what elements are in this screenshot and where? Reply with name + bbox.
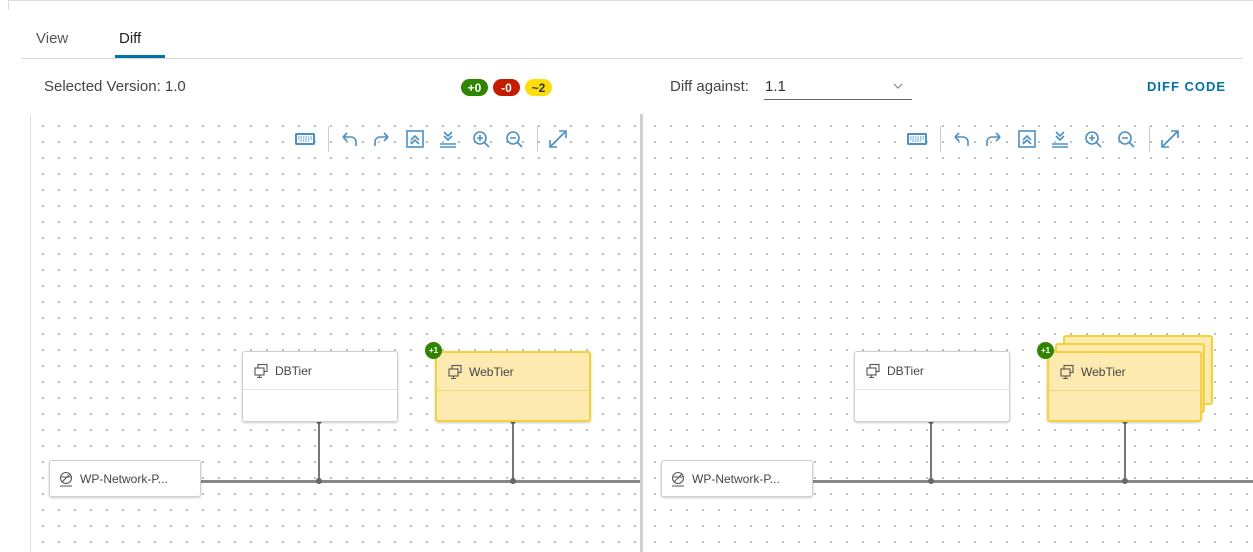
network-node[interactable]: WP-Network-P... <box>661 460 813 497</box>
network-icon <box>671 471 685 487</box>
count-badge: +1 <box>1037 342 1054 359</box>
changed-count-badge: ~2 <box>525 79 552 96</box>
panel-border <box>8 0 1253 10</box>
diff-against-select[interactable]: 1.1 <box>764 74 912 100</box>
node-label: WebTier <box>1081 364 1126 379</box>
canvas-right[interactable]: DBTier WebTier +1 WP-Network-P... <box>642 114 1253 552</box>
network-node[interactable]: WP-Network-P... <box>49 460 201 497</box>
canvas-toolbar <box>903 124 1189 154</box>
node-dbtier[interactable]: DBTier <box>854 351 1010 422</box>
keyboard-icon[interactable] <box>291 125 319 153</box>
tab-bar: View Diff <box>22 22 1242 59</box>
expand-icon[interactable] <box>544 125 572 153</box>
network-label: WP-Network-P... <box>692 471 780 486</box>
diff-against-value: 1.1 <box>765 78 786 95</box>
connector-line <box>930 421 932 482</box>
selected-version-label: Selected Version: 1.0 <box>44 78 186 95</box>
tab-diff-indicator <box>115 55 165 58</box>
chevron-down-icon <box>893 83 903 89</box>
fit-bottom-icon[interactable] <box>1046 125 1074 153</box>
toolbar-divider <box>328 126 329 152</box>
tier-icon <box>866 363 880 378</box>
node-webtier[interactable]: WebTier <box>1047 351 1202 422</box>
toolbar-divider <box>940 126 941 152</box>
diff-code-button[interactable]: DIFF CODE <box>1147 79 1226 94</box>
redo-icon[interactable] <box>368 125 396 153</box>
undo-icon[interactable] <box>947 125 975 153</box>
connector-line <box>1124 421 1126 482</box>
connector-dot <box>510 478 516 484</box>
diff-summary-badges: +0 -0 ~2 <box>461 79 552 96</box>
diff-against-label: Diff against: <box>670 78 749 95</box>
tier-icon <box>1060 364 1074 379</box>
network-label: WP-Network-P... <box>80 471 168 486</box>
removed-count-badge: -0 <box>493 79 520 96</box>
keyboard-icon[interactable] <box>903 125 931 153</box>
node-label: DBTier <box>887 363 924 378</box>
zoom-in-icon[interactable] <box>1079 125 1107 153</box>
network-line <box>131 480 640 483</box>
connector-line <box>512 421 514 482</box>
toolbar-divider <box>1149 126 1150 152</box>
node-label: WebTier <box>469 364 514 379</box>
tab-diff[interactable]: Diff <box>119 30 141 47</box>
tier-icon <box>448 364 462 379</box>
node-label: DBTier <box>275 363 312 378</box>
node-webtier[interactable]: WebTier <box>435 351 591 422</box>
toolbar-divider <box>537 126 538 152</box>
zoom-in-icon[interactable] <box>467 125 495 153</box>
connector-dot <box>1122 478 1128 484</box>
count-badge: +1 <box>425 342 442 359</box>
network-icon <box>59 471 73 487</box>
fit-top-icon[interactable] <box>401 125 429 153</box>
tab-view[interactable]: View <box>36 30 68 47</box>
node-dbtier[interactable]: DBTier <box>242 351 398 422</box>
canvas-left[interactable]: DBTier WebTier +1 WP-Network-P... <box>30 114 640 552</box>
expand-icon[interactable] <box>1156 125 1184 153</box>
connector-dot <box>928 478 934 484</box>
fit-top-icon[interactable] <box>1013 125 1041 153</box>
connector-line <box>318 421 320 482</box>
canvas-toolbar <box>291 124 577 154</box>
tier-icon <box>254 363 268 378</box>
zoom-out-icon[interactable] <box>1112 125 1140 153</box>
diff-view: View Diff Selected Version: 1.0 +0 -0 ~2… <box>0 0 1253 552</box>
zoom-out-icon[interactable] <box>500 125 528 153</box>
undo-icon[interactable] <box>335 125 363 153</box>
connector-dot <box>316 478 322 484</box>
network-line <box>743 480 1253 483</box>
redo-icon[interactable] <box>980 125 1008 153</box>
added-count-badge: +0 <box>461 79 488 96</box>
fit-bottom-icon[interactable] <box>434 125 462 153</box>
